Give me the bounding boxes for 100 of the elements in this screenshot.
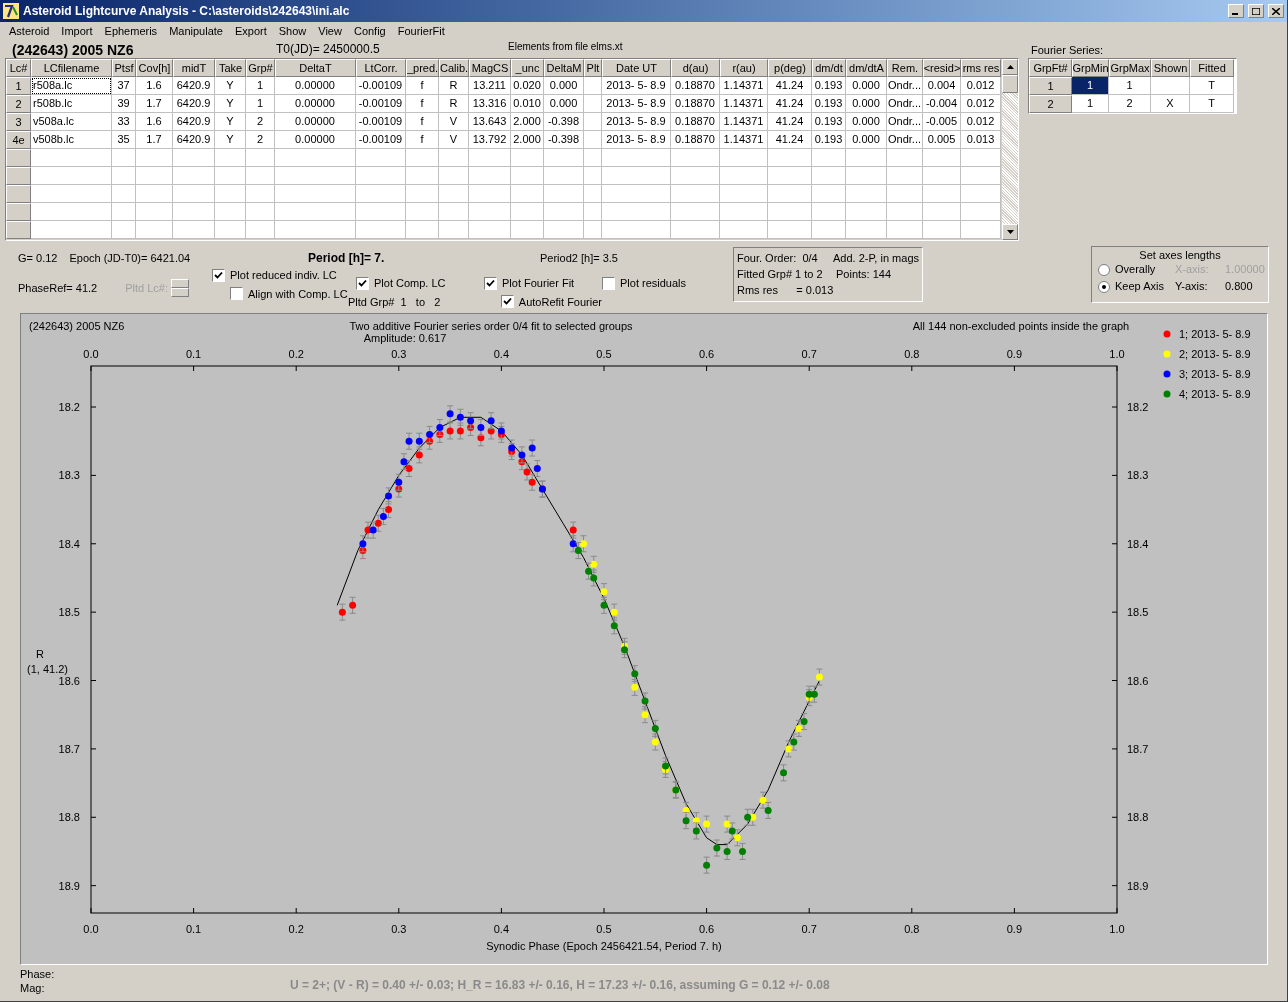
- fit-info-text: Points: 144: [836, 266, 892, 282]
- table-cell: v508b.lc: [31, 131, 112, 149]
- y-tick-label: 18.5: [58, 606, 80, 619]
- checkbox-label: AutoRefit Fourier: [518, 294, 602, 310]
- legend-label: 1; 2013- 5- 8.9: [1179, 328, 1251, 340]
- object-name: (242643) 2005 NZ6: [29, 320, 125, 332]
- y-tick-label: 18.4: [1127, 537, 1149, 550]
- table-cell: 2013- 5- 8.9: [602, 95, 671, 113]
- table-cell: 6420.9: [173, 131, 215, 149]
- x-tick-label: 0.3: [391, 923, 407, 935]
- table-cell: -0.398: [544, 113, 584, 131]
- x-tick-label: 0.2: [288, 348, 304, 360]
- phase-label: Phase:: [20, 967, 56, 981]
- y-tick-label: 18.2: [58, 401, 80, 413]
- table-cell: 1.6: [136, 77, 173, 95]
- x-tick-label: 0.9: [1006, 348, 1023, 360]
- table-cell: 1.14371: [720, 113, 768, 131]
- table-cell: 2: [246, 113, 275, 131]
- table-cell: 0.012: [961, 77, 1001, 95]
- table-cell: f: [406, 131, 439, 149]
- table-cell: 0.18870: [671, 95, 720, 113]
- x-tick-label: 0.5: [596, 348, 612, 360]
- x-tick-label: 0.8: [904, 348, 920, 360]
- table-cell: 41.24: [768, 131, 812, 149]
- checkbox-label: Plot Fourier Fit: [502, 276, 575, 291]
- g-label: G= 0.12: [18, 250, 58, 266]
- amplitude-label: Amplitude: 0.617: [363, 332, 447, 344]
- radio-label: Overally: [1115, 262, 1156, 278]
- table-cell: 1: [246, 77, 275, 95]
- t0-label: T0(JD)= 2450000.5: [276, 41, 381, 58]
- table-cell: 6420.9: [173, 77, 215, 95]
- table-cell: 6420.9: [173, 95, 215, 113]
- fit-info-text: Add. 2-P, in mags: [833, 250, 919, 266]
- window-title: Asteroid Lightcurve Analysis - C:\asteroids\242643\ini.alc: [23, 3, 351, 20]
- points-note: All 144 non-excluded points inside the graph: [912, 320, 1130, 332]
- table-cell: 2: [1109, 95, 1151, 113]
- table-cell: -0.004: [923, 95, 961, 113]
- table-cell: 1.14371: [720, 131, 768, 149]
- table-cell: 0.013: [961, 131, 1001, 149]
- table-cell: 41.24: [768, 95, 812, 113]
- table-cell: 1.14371: [720, 95, 768, 113]
- table-cell: 1: [246, 95, 275, 113]
- y-tick-label: 18.7: [58, 742, 80, 755]
- table-cell: Y: [215, 95, 246, 113]
- table-cell: X: [1151, 95, 1190, 113]
- table-cell: 0.012: [961, 113, 1001, 131]
- y-tick-label: 18.3: [58, 469, 80, 482]
- table-cell: Ondr...: [887, 113, 923, 131]
- table-cell: 1.7: [136, 131, 173, 149]
- radio-label: Keep Axis: [1115, 279, 1164, 295]
- checkbox-label: Align with Comp. LC: [248, 286, 348, 302]
- y-tick-label: 18.3: [1127, 469, 1149, 482]
- x-axis-title: Synodic Phase (Epoch 2456421.54, Period 7. h): [486, 940, 722, 952]
- x-tick-label: 1.0: [1109, 923, 1125, 935]
- x-tick-label: 0.4: [493, 923, 510, 935]
- x-tick-label: 0.4: [493, 348, 510, 360]
- fit-info-text: Four. Order: 0/4: [737, 250, 819, 266]
- y-tick-label: 18.4: [58, 537, 80, 550]
- table-cell: 41.24: [768, 113, 812, 131]
- table-cell: 37: [112, 77, 136, 95]
- table-cell: -0.00109: [356, 95, 406, 113]
- y-tick-label: 18.9: [58, 879, 80, 892]
- y-tick-label: 18.6: [1127, 674, 1149, 687]
- x-tick-label: 0.9: [1006, 923, 1023, 935]
- y-tick-label: 18.7: [1127, 742, 1149, 755]
- table-cell: 0.193: [812, 77, 846, 95]
- table-cell: 0.020: [511, 77, 544, 95]
- table-cell: f: [406, 95, 439, 113]
- table-cell: 2.000: [511, 113, 544, 131]
- y-tick-label: 18.5: [1127, 606, 1149, 619]
- table-cell: 0.193: [812, 131, 846, 149]
- chart-title: Two additive Fourier series order 0/4 fit to selected groups: [349, 320, 633, 332]
- table-cell: 1: [1072, 77, 1109, 95]
- phaseref-label: PhaseRef= 41.2: [18, 280, 98, 296]
- legend-label: 4; 2013- 5- 8.9: [1179, 388, 1251, 400]
- y-tick-label: 18.8: [58, 811, 80, 824]
- table-cell: 0.000: [544, 77, 584, 95]
- table-cell: 33: [112, 113, 136, 131]
- axis-value: 0.800: [1225, 279, 1253, 295]
- table-cell: R: [439, 95, 469, 113]
- table-cell: 1: [1109, 77, 1151, 95]
- table-cell: 13.792: [469, 131, 511, 149]
- x-tick-label: 0.0: [83, 348, 99, 360]
- fit-info-text: Fitted Grp# 1 to 2: [737, 266, 824, 282]
- table-cell: Y: [215, 131, 246, 149]
- fourier-series-label: Fourier Series:: [1030, 43, 1105, 58]
- table-cell: 13.316: [469, 95, 511, 113]
- table-cell: 6420.9: [173, 113, 215, 131]
- table-cell: r508b.lc: [31, 95, 112, 113]
- epoch-label: Epoch (JD-T0)= 6421.04: [69, 250, 191, 266]
- table-cell: -0.00109: [356, 113, 406, 131]
- group-box-title: Set axes lengths: [1139, 248, 1221, 261]
- table-cell: 1.14371: [720, 77, 768, 95]
- legend-label: 2; 2013- 5- 8.9: [1179, 348, 1251, 360]
- table-cell: 0.18870: [671, 113, 720, 131]
- axis-field-label: Y-axis:: [1175, 279, 1209, 295]
- table-cell: V: [439, 113, 469, 131]
- period-label: Period [h]= 7.: [308, 250, 386, 267]
- table-cell: 0.18870: [671, 131, 720, 149]
- table-cell: 0.193: [812, 113, 846, 131]
